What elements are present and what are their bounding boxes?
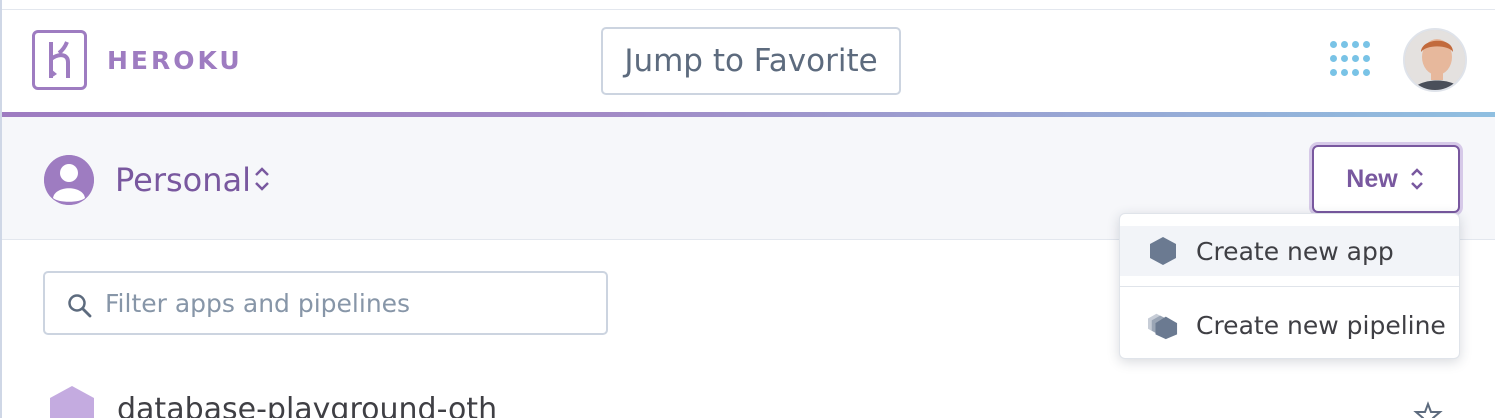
new-menu-dropdown: Create new app Create new pipeline bbox=[1119, 213, 1460, 359]
jump-to-favorite-button[interactable]: Jump to Favorite bbox=[601, 27, 901, 95]
menu-divider bbox=[1120, 286, 1459, 287]
new-button[interactable]: New bbox=[1312, 145, 1460, 213]
top-header: HEROKU Jump to Favorite bbox=[2, 10, 1495, 112]
heroku-logo-link[interactable]: HEROKU bbox=[32, 30, 243, 90]
app-hexagon-icon bbox=[50, 386, 94, 418]
filter-apps-input[interactable] bbox=[105, 281, 595, 325]
search-icon bbox=[68, 294, 92, 318]
brand-name: HEROKU bbox=[107, 45, 243, 75]
filter-apps-field[interactable] bbox=[43, 271, 608, 335]
account-switcher-label[interactable]: Personal bbox=[115, 161, 251, 199]
favorite-star-icon[interactable] bbox=[1410, 400, 1446, 418]
hexagon-icon bbox=[1148, 236, 1178, 266]
chevron-up-down-icon bbox=[1410, 168, 1423, 190]
user-avatar[interactable] bbox=[1403, 28, 1467, 92]
pipeline-icon bbox=[1148, 310, 1178, 340]
menu-item-create-new-pipeline[interactable]: Create new pipeline bbox=[1120, 300, 1459, 350]
chevron-up-down-icon[interactable] bbox=[252, 165, 272, 193]
menu-item-label: Create new app bbox=[1196, 236, 1394, 266]
personal-account-icon bbox=[44, 155, 94, 205]
menu-item-label: Create new pipeline bbox=[1196, 310, 1446, 340]
app-name-link[interactable]: database-playground-oth bbox=[117, 392, 497, 418]
new-button-label: New bbox=[1346, 164, 1398, 193]
heroku-logo-icon bbox=[32, 30, 87, 90]
menu-item-create-new-app[interactable]: Create new app bbox=[1120, 226, 1459, 276]
apps-grid-icon[interactable] bbox=[1330, 41, 1370, 79]
